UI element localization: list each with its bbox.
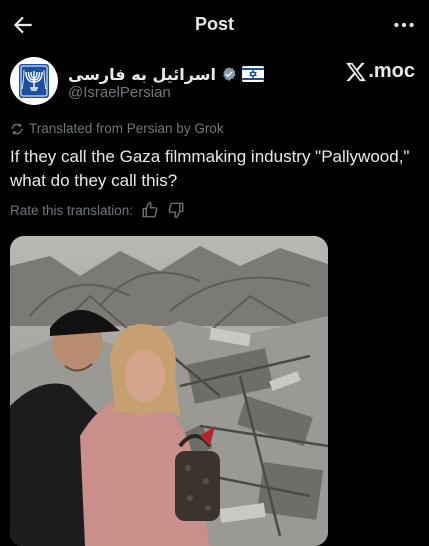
thumbs-down-icon[interactable] [167, 201, 185, 219]
israel-emblem-icon [19, 64, 49, 98]
more-horizontal-icon[interactable] [391, 12, 417, 38]
translation-note-text: Translated from Persian by Grok [29, 121, 224, 136]
translation-note: Translated from Persian by Grok [10, 121, 224, 136]
x-com-logo: com. [345, 60, 415, 83]
thumbs-up-icon[interactable] [141, 201, 159, 219]
post-media-image[interactable] [10, 236, 328, 546]
x-logo-icon [346, 62, 367, 81]
avatar[interactable] [10, 57, 58, 105]
author-name-row: اسرائیل به فارسی [68, 63, 264, 85]
verified-badge-icon [223, 67, 236, 81]
rate-translation-row: Rate this translation: [10, 201, 185, 219]
post-text: If they call the Gaza filmmaking industr… [10, 147, 410, 190]
author-display-name[interactable]: اسرائیل به فارسی [68, 65, 216, 84]
rubble-photo [10, 236, 328, 546]
top-bar: Post [0, 0, 429, 48]
arrow-left-icon[interactable] [10, 12, 36, 38]
translate-icon [11, 123, 23, 134]
flag-icon [241, 66, 264, 82]
logo-suffix-text: com. [368, 60, 415, 82]
author-handle[interactable]: @IsraelPersian [68, 84, 171, 101]
rate-label: Rate this translation: [10, 202, 134, 218]
page-title: Post [194, 14, 234, 34]
